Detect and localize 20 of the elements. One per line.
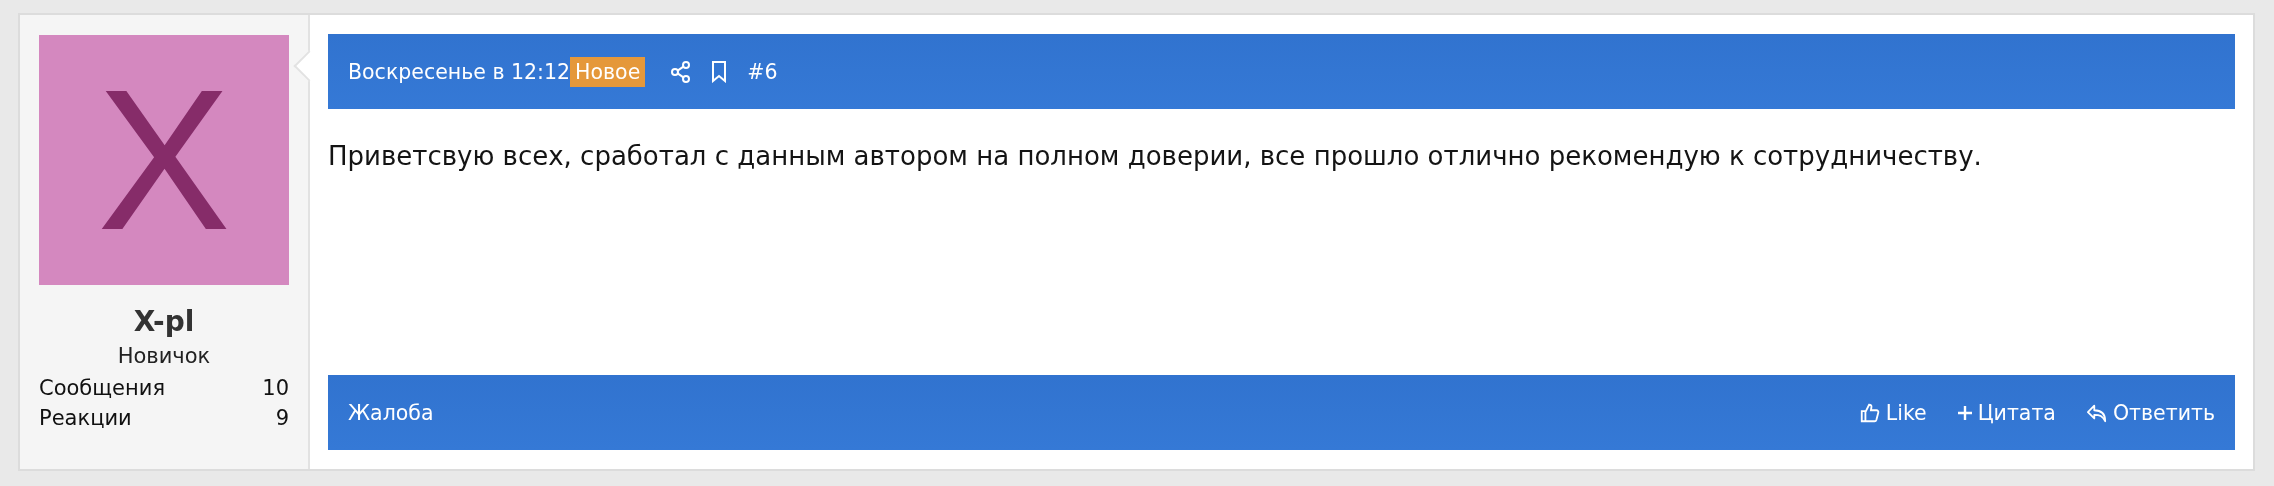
- user-title: Новичок: [117, 344, 211, 368]
- reply-button[interactable]: Ответить: [2085, 400, 2215, 425]
- quote-button[interactable]: Цитата: [1956, 400, 2056, 425]
- post-number-link[interactable]: #6: [747, 59, 778, 84]
- plus-icon: [1956, 404, 1973, 421]
- post-text: Приветсвую всех, сработал с данным автором на полном доверии, все прошло отлично рекомендую к сотрудничеству.: [328, 141, 1982, 171]
- stat-label: Реакции: [39, 406, 132, 430]
- stat-label: Сообщения: [39, 376, 166, 400]
- bookmark-icon[interactable]: [711, 60, 728, 83]
- share-icon[interactable]: [671, 60, 692, 83]
- username-link[interactable]: X-pl: [133, 305, 195, 338]
- report-link[interactable]: Жалоба: [348, 400, 434, 425]
- post-date-link[interactable]: Воскресенье в 12:12: [348, 59, 571, 84]
- thumbs-up-icon: [1858, 401, 1881, 424]
- like-button[interactable]: Like: [1858, 400, 1927, 425]
- stat-value: 10: [262, 376, 289, 400]
- new-badge: Новое: [570, 56, 646, 87]
- reply-icon: [2085, 402, 2108, 423]
- avatar[interactable]: X: [39, 35, 289, 285]
- stat-value: 9: [275, 406, 289, 430]
